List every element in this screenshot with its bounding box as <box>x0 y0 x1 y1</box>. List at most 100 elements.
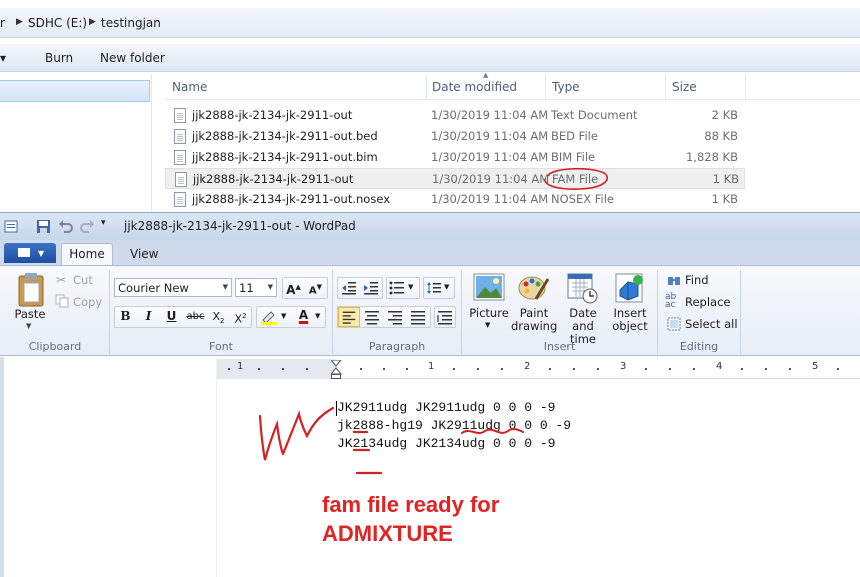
superscript-icon[interactable]: X2 <box>230 307 251 327</box>
address-bar[interactable]: r ▶ SDHC (E:) ▶ testingjan <box>0 8 860 38</box>
undo-icon[interactable] <box>58 219 73 234</box>
paragraph-settings-icon[interactable] <box>436 308 454 326</box>
ruler-tick <box>360 368 362 370</box>
bold-icon[interactable]: B <box>115 307 136 327</box>
font-group-label: Font <box>209 340 233 353</box>
insert-object-icon[interactable] <box>614 272 646 304</box>
file-icon <box>174 129 186 144</box>
find-icon[interactable] <box>667 273 681 287</box>
menu-icon <box>18 248 30 257</box>
replace-button[interactable]: Replace <box>685 295 731 309</box>
copy-icon[interactable] <box>55 294 69 308</box>
app-menu-button[interactable]: ▼ <box>4 243 56 263</box>
text-file-icon <box>174 108 186 123</box>
find-button[interactable]: Find <box>685 273 709 287</box>
insert-object-button[interactable]: Insert object <box>608 307 652 333</box>
column-divider[interactable] <box>426 74 427 100</box>
picture-icon[interactable] <box>473 273 505 301</box>
underline-icon[interactable]: U <box>161 307 182 327</box>
object-label-line1: Insert <box>613 306 647 320</box>
italic-icon[interactable]: I <box>138 307 159 327</box>
indent-marker-icon[interactable] <box>331 360 342 380</box>
column-divider[interactable] <box>545 74 546 100</box>
select-all-icon[interactable] <box>667 317 681 331</box>
file-row-selected[interactable]: jjk2888-jk-2134-jk-2911-out 1/30/2019 11… <box>165 168 745 189</box>
ruler-tick <box>477 368 479 370</box>
datetime-label-line1: Date and <box>569 306 597 333</box>
left-margin <box>0 357 217 577</box>
align-left-icon[interactable] <box>338 307 360 327</box>
column-size[interactable]: Size <box>672 80 697 94</box>
save-icon[interactable] <box>36 219 51 234</box>
picture-button[interactable]: Picture <box>468 307 510 320</box>
chevron-down-icon[interactable]: ▼ <box>485 321 490 329</box>
strikethrough-icon[interactable]: abc <box>185 307 206 327</box>
paste-icon[interactable] <box>16 272 46 308</box>
cut-icon[interactable]: ✂ <box>56 273 66 287</box>
replace-icon[interactable]: ab ac <box>665 293 676 310</box>
font-size-select[interactable]: 11 ▼ <box>235 278 277 297</box>
breadcrumb-folder[interactable]: testingjan <box>101 16 161 30</box>
paste-label[interactable]: Paste <box>13 308 47 321</box>
burn-button[interactable]: Burn <box>45 51 73 65</box>
breadcrumb-drive[interactable]: SDHC (E:) <box>28 16 87 30</box>
insert-group-label: Insert <box>543 340 576 353</box>
shrink-font-icon[interactable]: A▼ <box>305 278 326 298</box>
align-center-icon[interactable] <box>362 308 382 326</box>
sort-arrow-icon: ▲ <box>483 71 489 79</box>
copy-button[interactable]: Copy <box>73 295 102 309</box>
date-time-icon[interactable] <box>567 272 599 304</box>
nav-selected-item[interactable] <box>0 80 150 102</box>
column-type[interactable]: Type <box>552 80 580 94</box>
column-divider[interactable] <box>665 74 666 100</box>
breadcrumb-root[interactable]: r <box>0 16 5 30</box>
select-all-button[interactable]: Select all <box>685 317 738 331</box>
file-name: jjk2888-jk-2134-jk-2911-out <box>193 172 354 186</box>
text-color-icon[interactable]: A <box>293 306 314 326</box>
column-name[interactable]: Name <box>172 80 207 94</box>
column-divider[interactable] <box>745 74 746 100</box>
customize-toolbar-icon[interactable]: ▾ <box>101 218 106 228</box>
file-row[interactable]: jjk2888-jk-2134-jk-2911-out.nosex 1/30/2… <box>165 189 745 210</box>
column-date-modified[interactable]: Date modified <box>432 80 517 94</box>
ruler-tick <box>501 368 503 370</box>
ruler-tick <box>258 368 260 370</box>
file-row[interactable]: jjk2888-jk-2134-jk-2911-out 1/30/2019 11… <box>165 105 745 126</box>
chevron-down-icon[interactable]: ▼ <box>281 312 286 320</box>
new-folder-button[interactable]: New folder <box>100 51 165 65</box>
redo-icon[interactable] <box>80 219 95 234</box>
chevron-right-icon[interactable]: ▶ <box>89 17 96 27</box>
explorer-window: r ▶ SDHC (E:) ▶ testingjan ▾ Burn New fo… <box>0 0 860 212</box>
ruler-number: 1 <box>428 361 435 372</box>
increase-indent-icon[interactable] <box>363 281 379 295</box>
chevron-down-icon[interactable]: ▼ <box>408 283 413 291</box>
file-row[interactable]: jjk2888-jk-2134-jk-2911-out.bim 1/30/201… <box>165 147 745 168</box>
clipboard-group-label: Clipboard <box>28 340 82 353</box>
chevron-right-icon[interactable]: ▶ <box>16 17 23 27</box>
chevron-down-icon[interactable]: ▼ <box>444 283 449 291</box>
paint-drawing-icon[interactable] <box>518 273 550 303</box>
tab-view[interactable]: View <box>130 247 158 261</box>
file-icon <box>175 172 187 187</box>
decrease-indent-icon[interactable] <box>341 281 357 295</box>
wordpad-icon[interactable] <box>4 219 19 234</box>
chevron-down-icon[interactable]: ▾ <box>0 51 6 65</box>
font-family-select[interactable]: Courier New ▼ <box>114 278 232 297</box>
highlighter-icon[interactable] <box>260 309 278 325</box>
title-bar[interactable]: ▾ jjk2888-jk-2134-jk-2911-out - WordPad <box>0 212 860 240</box>
align-right-icon[interactable] <box>385 308 405 326</box>
chevron-down-icon[interactable]: ▼ <box>315 312 320 320</box>
line-spacing-icon[interactable] <box>426 281 442 295</box>
bullet-list-icon[interactable] <box>389 281 405 295</box>
justify-icon[interactable] <box>408 308 428 326</box>
ribbon-tabs: ▼ Home View <box>0 240 860 265</box>
cut-button[interactable]: Cut <box>73 273 93 287</box>
subscript-icon[interactable]: X2 <box>208 307 229 327</box>
tab-home[interactable]: Home <box>61 243 113 265</box>
chevron-down-icon: ▼ <box>222 283 228 291</box>
grow-font-icon[interactable]: A▲ <box>283 278 304 298</box>
file-row[interactable]: jjk2888-jk-2134-jk-2911-out.bed 1/30/201… <box>165 126 745 147</box>
ruler-number: 3 <box>620 361 627 372</box>
paint-drawing-button[interactable]: Paint drawing <box>511 307 557 333</box>
chevron-down-icon[interactable]: ▼ <box>26 322 31 330</box>
